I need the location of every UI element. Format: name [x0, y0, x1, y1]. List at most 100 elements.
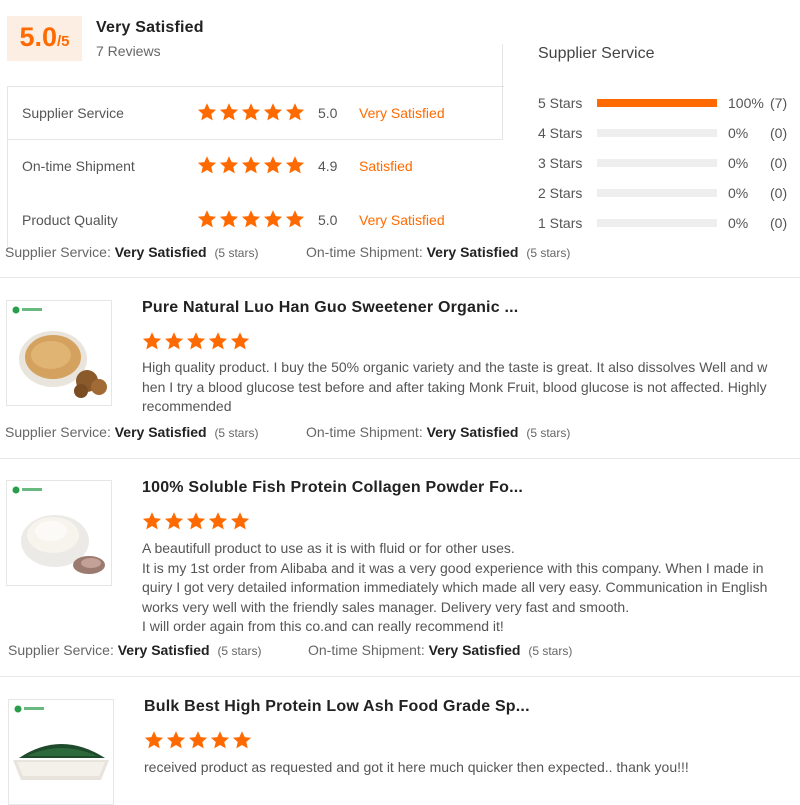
product-thumbnail[interactable] — [6, 480, 112, 586]
service-stars: (5 stars) — [214, 426, 259, 440]
service-stars: (5 stars) — [214, 246, 259, 260]
star-icon — [197, 103, 217, 121]
star-icon — [210, 731, 230, 749]
shipment-value: Very Satisfied — [428, 642, 521, 658]
star-icon — [188, 731, 208, 749]
distribution-label: 4 Stars — [538, 125, 583, 141]
shipment-stars: (5 stars) — [526, 426, 571, 440]
review-text-line: A beautifull product to use as it is wit… — [142, 540, 515, 556]
distribution-count: (0) — [770, 185, 788, 201]
review-stars — [142, 511, 252, 531]
review-meta: On-time Shipment: Very Satisfied (5 star… — [308, 642, 572, 658]
review-text: A beautifull product to use as it is wit… — [142, 539, 800, 637]
product-title-link[interactable]: 100% Soluble Fish Protein Collagen Powde… — [142, 479, 523, 497]
star-icon — [230, 512, 250, 530]
distribution-count: (0) — [770, 125, 788, 141]
star-icon — [186, 512, 206, 530]
summary-meta: Supplier Service: Very Satisfied (5 star… — [5, 244, 258, 260]
distribution-percent: 0% — [728, 215, 749, 231]
distribution-percent: 0% — [728, 125, 749, 141]
review-text: received product as requested and got it… — [144, 758, 800, 778]
product-image — [12, 306, 107, 398]
star-icon — [186, 332, 206, 350]
review-text-line: I will order again from this co.and can … — [142, 618, 504, 634]
star-icon — [263, 210, 283, 228]
star-icon — [230, 332, 250, 350]
distribution-bar — [597, 189, 717, 197]
shipment-label: On-time Shipment: — [306, 424, 423, 440]
overall-rating-text: Very Satisfied — [96, 19, 204, 36]
section-divider — [0, 676, 800, 677]
category-stars — [197, 209, 307, 229]
distribution-title: Supplier Service — [538, 45, 655, 62]
distribution-label: 1 Stars — [538, 215, 583, 231]
shipment-stars: (5 stars) — [528, 644, 573, 658]
distribution-row: 3 Stars 0% (0) — [538, 153, 800, 173]
distribution-bar — [597, 219, 717, 227]
star-icon — [263, 103, 283, 121]
review-stars — [142, 331, 252, 351]
distribution-percent: 100% — [728, 95, 764, 111]
distribution-label: 5 Stars — [538, 95, 583, 111]
review-text-line: received product as requested and got it… — [144, 759, 689, 775]
review-meta: On-time Shipment: Very Satisfied (5 star… — [306, 424, 570, 440]
distribution-bar-fill — [597, 99, 717, 107]
category-label: Supplier Service — [22, 105, 124, 121]
review-text-line: recommended — [142, 398, 232, 414]
category-stars — [197, 155, 307, 175]
review-text-line: High quality product. I buy the 50% orga… — [142, 359, 768, 375]
star-icon — [208, 332, 228, 350]
star-icon — [219, 210, 239, 228]
star-icon — [164, 332, 184, 350]
category-score: 5.0 — [318, 105, 338, 121]
product-title-link[interactable]: Bulk Best High Protein Low Ash Food Grad… — [144, 698, 530, 716]
service-value: Very Satisfied — [117, 642, 210, 658]
distribution-count: (7) — [770, 95, 788, 111]
distribution-row: 1 Stars 0% (0) — [538, 213, 800, 233]
star-icon — [164, 512, 184, 530]
distribution-percent: 0% — [728, 185, 749, 201]
service-stars: (5 stars) — [217, 644, 262, 658]
star-icon — [241, 210, 261, 228]
star-icon — [285, 103, 305, 121]
star-icon — [197, 156, 217, 174]
distribution-label: 3 Stars — [538, 155, 583, 171]
overall-score-badge: 5.0 /5 — [7, 16, 82, 61]
product-image — [12, 486, 105, 574]
overall-score-suffix: /5 — [57, 33, 70, 50]
star-icon — [285, 156, 305, 174]
shipment-label: On-time Shipment: — [306, 244, 423, 260]
category-label: On-time Shipment — [22, 158, 135, 174]
review-text-line: quiry I got very detailed information im… — [142, 579, 768, 595]
service-value: Very Satisfied — [114, 244, 207, 260]
service-label: Supplier Service: — [5, 424, 111, 440]
star-icon — [208, 512, 228, 530]
category-score: 5.0 — [318, 212, 338, 228]
review-text: High quality product. I buy the 50% orga… — [142, 358, 800, 417]
star-icon — [219, 156, 239, 174]
star-icon — [142, 332, 162, 350]
star-icon — [241, 156, 261, 174]
distribution-count: (0) — [770, 215, 788, 231]
star-icon — [285, 210, 305, 228]
distribution-percent: 0% — [728, 155, 749, 171]
product-thumbnail[interactable] — [8, 699, 114, 805]
product-title-link[interactable]: Pure Natural Luo Han Guo Sweetener Organ… — [142, 299, 518, 317]
section-divider — [0, 458, 800, 459]
category-score: 4.9 — [318, 158, 338, 174]
distribution-bar — [597, 129, 717, 137]
review-stars — [144, 730, 254, 750]
review-meta: Supplier Service: Very Satisfied (5 star… — [5, 424, 258, 440]
category-rating-text: Very Satisfied — [359, 105, 445, 121]
product-image — [13, 705, 109, 780]
star-icon — [232, 731, 252, 749]
category-label: Product Quality — [22, 212, 118, 228]
category-stars — [197, 102, 307, 122]
overall-score: 5.0 — [19, 22, 58, 52]
category-rating-text: Satisfied — [359, 158, 413, 174]
service-label: Supplier Service: — [8, 642, 114, 658]
service-label: Supplier Service: — [5, 244, 111, 260]
service-value: Very Satisfied — [114, 424, 207, 440]
product-thumbnail[interactable] — [6, 300, 112, 406]
review-text-line: works very well with the friendly sales … — [142, 598, 630, 615]
